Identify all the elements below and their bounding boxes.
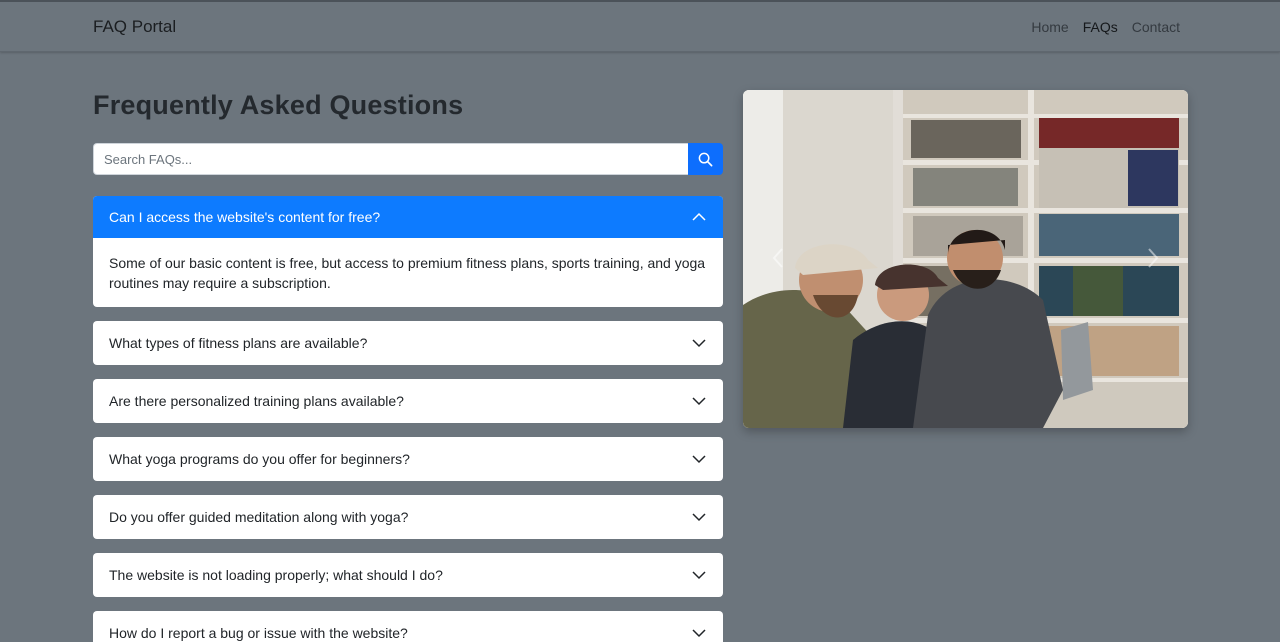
faq-question-text: What types of fitness plans are availabl… xyxy=(109,335,368,351)
faq-question-button[interactable]: What yoga programs do you offer for begi… xyxy=(93,437,723,481)
chevron-down-icon xyxy=(692,397,706,406)
chevron-down-icon xyxy=(692,455,706,464)
nav-link-faqs[interactable]: FAQs xyxy=(1083,19,1118,35)
faq-item: Can I access the website's content for f… xyxy=(93,196,723,307)
carousel-prev-button[interactable] xyxy=(763,240,793,276)
faq-answer-text: Some of our basic content is free, but a… xyxy=(109,255,706,291)
faq-question-button[interactable]: Do you offer guided meditation along wit… xyxy=(93,495,723,539)
search-icon xyxy=(698,152,713,166)
search-bar xyxy=(93,143,723,175)
faq-question-text: Do you offer guided meditation along wit… xyxy=(109,509,409,525)
faq-question-text: Can I access the website's content for f… xyxy=(109,209,381,225)
chevron-down-icon xyxy=(692,571,706,580)
faq-question-text: How do I report a bug or issue with the … xyxy=(109,625,408,641)
faq-question-button[interactable]: How do I report a bug or issue with the … xyxy=(93,611,723,642)
nav-link-home[interactable]: Home xyxy=(1031,19,1068,35)
hero-carousel xyxy=(743,90,1188,428)
faq-item: The website is not loading properly; wha… xyxy=(93,553,723,597)
search-input[interactable] xyxy=(93,143,688,175)
search-button[interactable] xyxy=(688,143,723,175)
chevron-left-icon xyxy=(772,248,783,268)
faq-question-button[interactable]: The website is not loading properly; wha… xyxy=(93,553,723,597)
faq-question-text: The website is not loading properly; wha… xyxy=(109,567,443,583)
faq-question-text: What yoga programs do you offer for begi… xyxy=(109,451,410,467)
faq-accordion: Can I access the website's content for f… xyxy=(93,196,723,642)
faq-item: What yoga programs do you offer for begi… xyxy=(93,437,723,481)
carousel-next-button[interactable] xyxy=(1138,240,1168,276)
brand-logo-text[interactable]: FAQ Portal xyxy=(93,17,176,37)
nav-link-contact[interactable]: Contact xyxy=(1132,19,1180,35)
chevron-right-icon xyxy=(1148,248,1159,268)
faq-item: Do you offer guided meditation along wit… xyxy=(93,495,723,539)
faq-item: What types of fitness plans are availabl… xyxy=(93,321,723,365)
faq-question-button[interactable]: Can I access the website's content for f… xyxy=(93,196,723,238)
navbar: FAQ Portal Home FAQs Contact xyxy=(0,0,1280,52)
page-title: Frequently Asked Questions xyxy=(93,90,464,120)
faq-item: How do I report a bug or issue with the … xyxy=(93,611,723,642)
faq-question-button[interactable]: What types of fitness plans are availabl… xyxy=(93,321,723,365)
chevron-down-icon xyxy=(692,513,706,522)
chevron-down-icon xyxy=(692,339,706,348)
faq-question-text: Are there personalized training plans av… xyxy=(109,393,404,409)
nav-links: Home FAQs Contact xyxy=(1031,19,1180,35)
faq-question-button[interactable]: Are there personalized training plans av… xyxy=(93,379,723,423)
carousel-photo xyxy=(743,90,1188,428)
chevron-down-icon xyxy=(692,629,706,638)
faq-item: Are there personalized training plans av… xyxy=(93,379,723,423)
chevron-up-icon xyxy=(692,212,706,221)
